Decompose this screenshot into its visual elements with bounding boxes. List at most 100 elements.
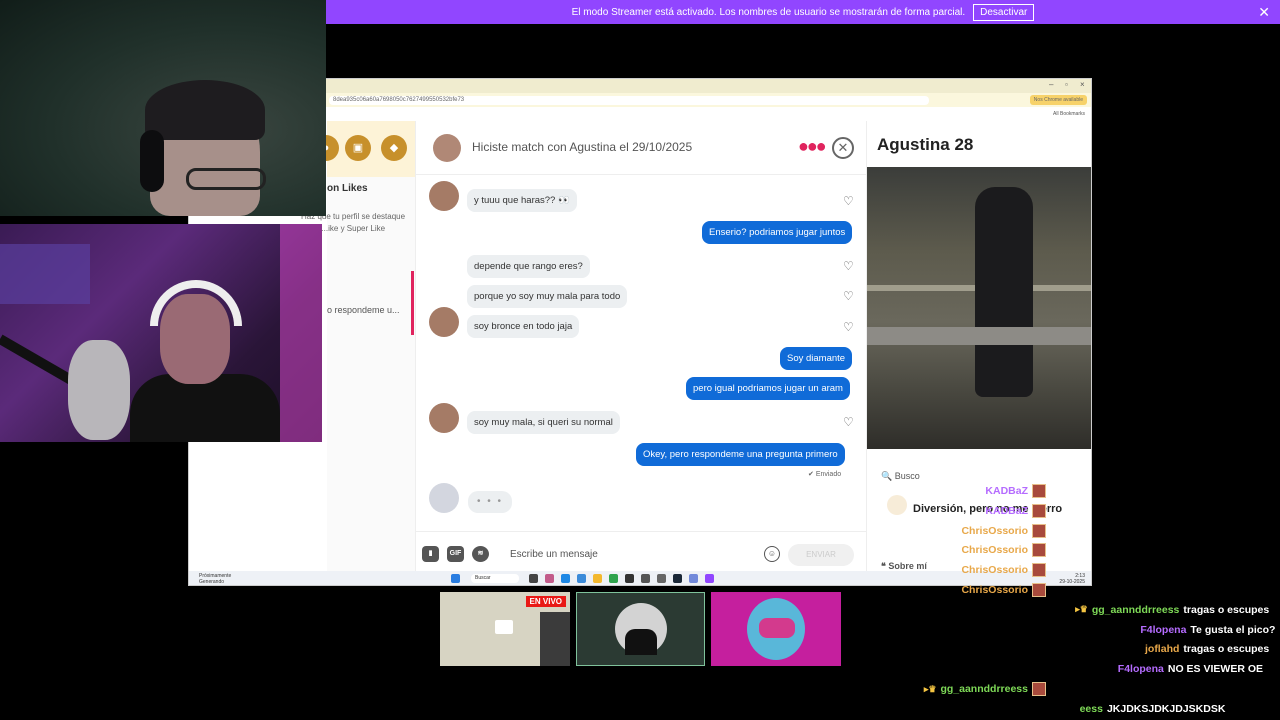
- profile-name: Agustina 28: [877, 135, 974, 154]
- sent-label: Enviado: [815, 471, 842, 478]
- app-icon[interactable]: [625, 574, 634, 583]
- emote-icon: [1032, 484, 1046, 498]
- webcam-person: [145, 80, 265, 140]
- maximize-icon[interactable]: ▫: [1065, 80, 1068, 89]
- window-close-icon[interactable]: ×: [1080, 80, 1085, 89]
- active-indicator: [411, 271, 414, 335]
- like-heart-icon[interactable]: ♡: [843, 289, 854, 303]
- webcam-top: [0, 0, 326, 216]
- emote-icon: [1032, 563, 1046, 578]
- chat-username[interactable]: KADBaZ: [985, 505, 1028, 517]
- like-heart-icon[interactable]: ♡: [843, 320, 854, 334]
- taskview-icon[interactable]: [529, 574, 538, 583]
- webcam-bottom: [0, 224, 322, 442]
- chat-username[interactable]: F4lopena: [1140, 624, 1186, 636]
- conversation-preview[interactable]: o respondeme u...: [327, 305, 400, 315]
- chat-username[interactable]: gg_aannddrreess: [1092, 604, 1180, 616]
- chat-message: NO ES VIEWER OE: [1167, 663, 1263, 676]
- emoji-icon[interactable]: ☺: [764, 546, 780, 562]
- taskbar-widget[interactable]: Próximamente Generando: [199, 573, 231, 585]
- screen-icon: [495, 620, 513, 634]
- webcam-background: [0, 244, 90, 304]
- profile-photo[interactable]: [867, 167, 1091, 449]
- stream-thumbnail[interactable]: EN VIVO: [440, 592, 570, 666]
- sticker-icon[interactable]: ▮: [422, 546, 439, 562]
- gif-button[interactable]: GIF: [447, 546, 464, 562]
- banner-text: El modo Streamer está activado. Los nomb…: [571, 6, 966, 18]
- edge-icon[interactable]: [561, 574, 570, 583]
- update-badge[interactable]: Nos Chrome available: [1029, 95, 1087, 105]
- streamer-mode-banner: El modo Streamer está activado. Los nomb…: [326, 0, 1280, 24]
- chat-line: ChrisOssorio: [961, 581, 1046, 599]
- message-composer: ▮ GIF ≋ Escribe un mensaje ☺ ENVIAR: [416, 531, 868, 575]
- chat-username[interactable]: gg_aannddrreess: [940, 683, 1028, 695]
- chat-line: ChrisOssorio: [961, 541, 1046, 559]
- close-icon[interactable]: ✕: [1258, 4, 1270, 21]
- chrome-icon[interactable]: [609, 574, 618, 583]
- chat-username[interactable]: ChrisOssorio: [961, 564, 1028, 576]
- photo-detail: [867, 327, 1091, 345]
- widget-sub: Generando: [199, 579, 225, 585]
- chat-username[interactable]: ChrisOssorio: [961, 525, 1028, 537]
- folder-icon[interactable]: [593, 574, 602, 583]
- message-out: Okey, pero respondeme una pregunta prime…: [636, 443, 845, 466]
- webcam-figure: [68, 340, 130, 440]
- emote-icon: [1032, 583, 1046, 597]
- match-avatar[interactable]: [433, 134, 461, 162]
- chat-line: ChrisOssorio: [961, 561, 1046, 579]
- shield-icon[interactable]: ◆: [381, 135, 407, 161]
- stream-thumbnail[interactable]: [576, 592, 705, 666]
- url-field[interactable]: 8dea935c06a60a7698050c7627499550532bfe73: [329, 95, 929, 105]
- app-icon[interactable]: [641, 574, 650, 583]
- chat-message: tragas o escupes: [1183, 643, 1270, 656]
- chat-username[interactable]: eess: [1080, 703, 1103, 715]
- twitch-icon[interactable]: [705, 574, 714, 583]
- busco-label-text: Busco: [894, 471, 920, 481]
- app-icon[interactable]: [657, 574, 666, 583]
- discord-icon[interactable]: [689, 574, 698, 583]
- message-avatar: [429, 307, 459, 337]
- app-icon[interactable]: [545, 574, 554, 583]
- message-in: soy muy mala, si queri su normal: [467, 411, 620, 434]
- deactivate-button[interactable]: Desactivar: [973, 3, 1035, 21]
- thumb-detail: [540, 612, 570, 666]
- close-chat-icon[interactable]: ✕: [832, 137, 854, 159]
- chat-line: joflahd tragas o escupes: [1145, 640, 1269, 658]
- chat-line: KADBaZ: [985, 502, 1046, 520]
- avatar-detail: [625, 629, 657, 655]
- typing-indicator: • • •: [468, 491, 512, 513]
- chat-username[interactable]: joflahd: [1145, 643, 1179, 655]
- start-icon[interactable]: [451, 574, 460, 583]
- message-out: Enserio? podriamos jugar juntos: [702, 221, 853, 244]
- more-options-icon[interactable]: ●●●: [798, 136, 827, 157]
- emote-icon: [1032, 682, 1046, 696]
- like-heart-icon[interactable]: ♡: [843, 415, 854, 429]
- like-heart-icon[interactable]: ♡: [843, 259, 854, 273]
- matches-sidebar: ● ▣ ◆ on Likes Haz que tu perfil se dest…: [301, 121, 415, 571]
- avatar-detail: [759, 618, 795, 638]
- chat-username[interactable]: KADBaZ: [985, 485, 1028, 497]
- match-title: Hiciste match con Agustina el 29/10/2025: [472, 140, 693, 154]
- chat-username[interactable]: ChrisOssorio: [961, 544, 1028, 556]
- like-heart-icon[interactable]: ♡: [843, 194, 854, 208]
- busco-label: 🔍 Busco: [881, 471, 920, 481]
- send-button[interactable]: ENVIAR: [788, 544, 854, 566]
- chat-username[interactable]: F4lopena: [1118, 663, 1164, 675]
- chat-line: F4lopena NO ES VIEWER OE: [1118, 660, 1263, 678]
- message-out: pero igual podriamos jugar un aram: [686, 377, 850, 400]
- minimize-icon[interactable]: –: [1049, 80, 1053, 89]
- chat-message: tragas o escupes: [1183, 603, 1270, 616]
- taskbar-search[interactable]: Buscar: [471, 574, 519, 583]
- briefcase-icon[interactable]: ▣: [345, 135, 371, 161]
- badge-icon: ▸♛: [923, 683, 937, 694]
- steam-icon[interactable]: [673, 574, 682, 583]
- chat-username[interactable]: ChrisOssorio: [961, 584, 1028, 596]
- message-avatar: [429, 181, 459, 211]
- stream-thumbnail[interactable]: [711, 592, 841, 666]
- spotify-icon[interactable]: ≋: [472, 546, 489, 562]
- webcam-background: [280, 224, 322, 442]
- chat-message: JKJDKSJDKJDJSKDSK: [1106, 702, 1226, 715]
- app-icon[interactable]: [577, 574, 586, 583]
- photo-detail: [975, 187, 1033, 397]
- message-input[interactable]: Escribe un mensaje: [510, 549, 598, 560]
